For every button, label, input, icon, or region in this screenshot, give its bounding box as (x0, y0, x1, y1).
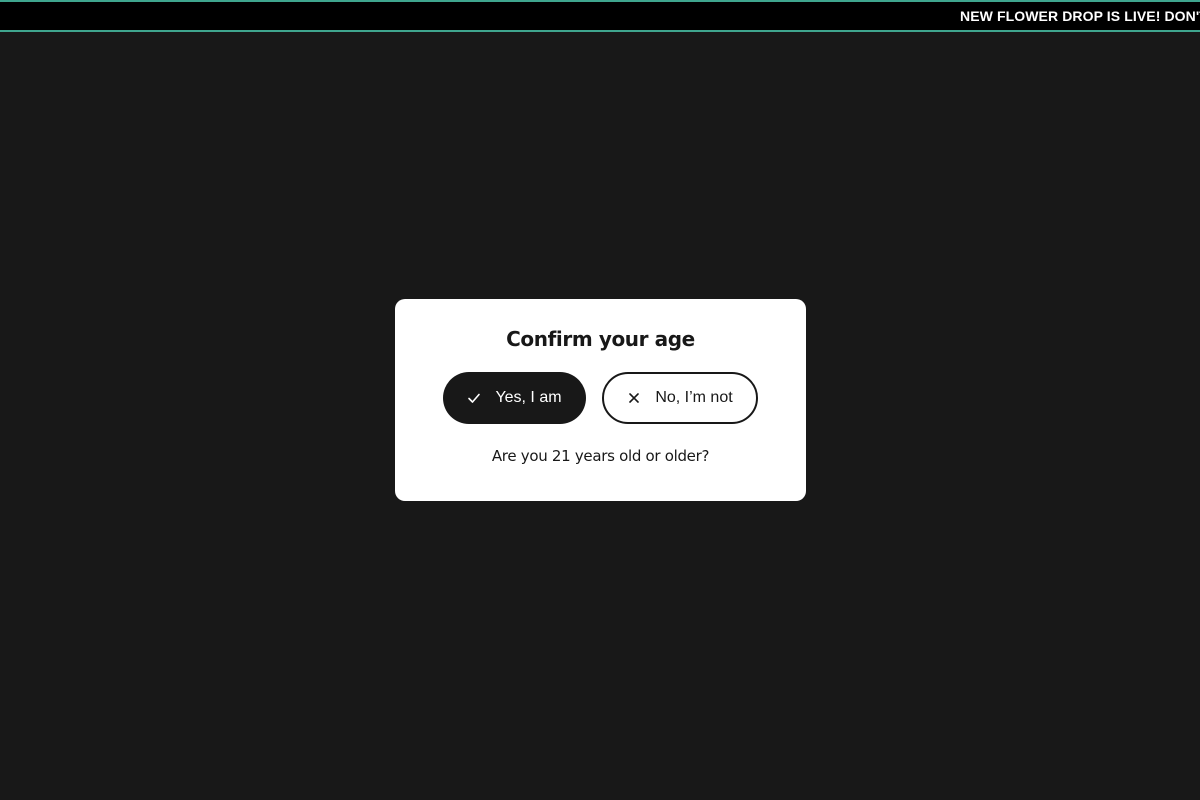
age-question: Are you 21 years old or older? (491, 447, 710, 465)
announcement-bar: NEW FLOWER DROP IS LIVE! DON'T MISS OUT (0, 0, 1200, 32)
no-button-label: No, I’m not (655, 389, 733, 406)
check-icon (467, 391, 481, 405)
yes-button-label: Yes, I am (495, 389, 562, 406)
confirm-age-no-button[interactable]: No, I’m not (602, 372, 758, 424)
modal-title: Confirm your age (506, 327, 695, 351)
announcement-text: NEW FLOWER DROP IS LIVE! DON'T MISS OUT (960, 8, 1200, 24)
confirm-age-yes-button[interactable]: Yes, I am (443, 372, 586, 424)
age-verification-modal: Confirm your age Yes, I am No, I’m not A… (395, 299, 806, 501)
close-icon (627, 391, 641, 405)
